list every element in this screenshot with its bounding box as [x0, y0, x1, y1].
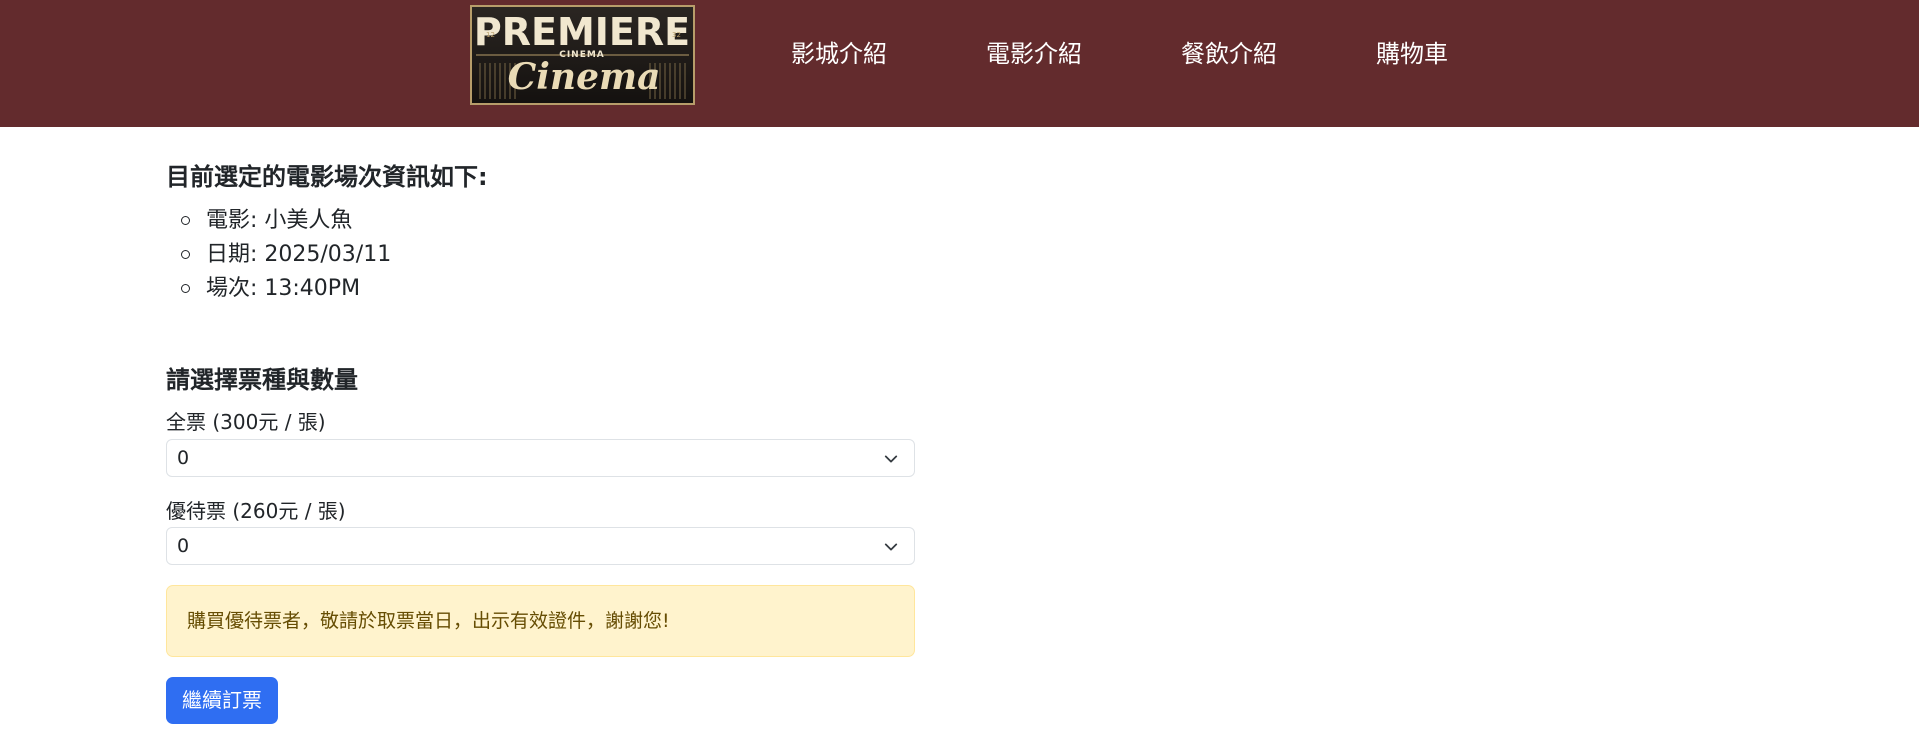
- svg-text:Cinema: Cinema: [508, 56, 661, 98]
- nav-cinema-intro[interactable]: 影城介紹: [791, 38, 887, 70]
- date-info-text: 日期: 2025/03/11: [206, 242, 392, 267]
- continue-booking-button[interactable]: 繼續訂票: [166, 677, 278, 724]
- chevron-down-icon: [884, 455, 898, 463]
- svg-text:PREMIERE: PREMIERE: [474, 10, 690, 54]
- selection-info-list: 電影: 小美人魚 日期: 2025/03/11 場次: 13:40PM: [166, 204, 391, 306]
- svg-text:12: 12: [486, 31, 495, 39]
- premiere-cinema-logo[interactable]: PREMIERE CINEMA 12 32 Cinema: [470, 5, 695, 105]
- movie-info: 電影: 小美人魚: [166, 204, 391, 238]
- showtime-info: 場次: 13:40PM: [166, 272, 391, 306]
- full-ticket-quantity-select[interactable]: 0: [166, 439, 915, 477]
- svg-text:32: 32: [672, 31, 681, 39]
- discount-notice-alert: 購買優待票者，敬請於取票當日，出示有效證件，謝謝您!: [166, 585, 915, 657]
- circle-bullet-icon: [181, 250, 190, 259]
- circle-bullet-icon: [181, 284, 190, 293]
- showtime-info-text: 場次: 13:40PM: [206, 276, 361, 301]
- movie-info-text: 電影: 小美人魚: [206, 208, 353, 233]
- date-info: 日期: 2025/03/11: [166, 238, 391, 272]
- circle-bullet-icon: [181, 216, 190, 225]
- nav-shopping-cart[interactable]: 購物車: [1376, 38, 1448, 70]
- chevron-down-icon: [884, 543, 898, 551]
- discount-ticket-label: 優待票 (260元 / 張): [166, 499, 346, 523]
- nav-movie-intro[interactable]: 電影介紹: [986, 38, 1082, 70]
- full-ticket-label: 全票 (300元 / 張): [166, 410, 326, 434]
- discount-ticket-quantity-value: 0: [177, 535, 190, 557]
- nav-dining-intro[interactable]: 餐飲介紹: [1181, 38, 1277, 70]
- ticket-section-title: 請選擇票種與數量: [166, 366, 358, 394]
- full-ticket-quantity-value: 0: [177, 447, 190, 469]
- selection-title: 目前選定的電影場次資訊如下:: [166, 163, 488, 191]
- discount-notice-text: 購買優待票者，敬請於取票當日，出示有效證件，謝謝您!: [187, 610, 670, 632]
- discount-ticket-quantity-select[interactable]: 0: [166, 527, 915, 565]
- logo-graphic: PREMIERE CINEMA 12 32 Cinema: [472, 7, 693, 103]
- top-navbar: PREMIERE CINEMA 12 32 Cinema 影城介紹 電影介紹 餐…: [0, 0, 1919, 127]
